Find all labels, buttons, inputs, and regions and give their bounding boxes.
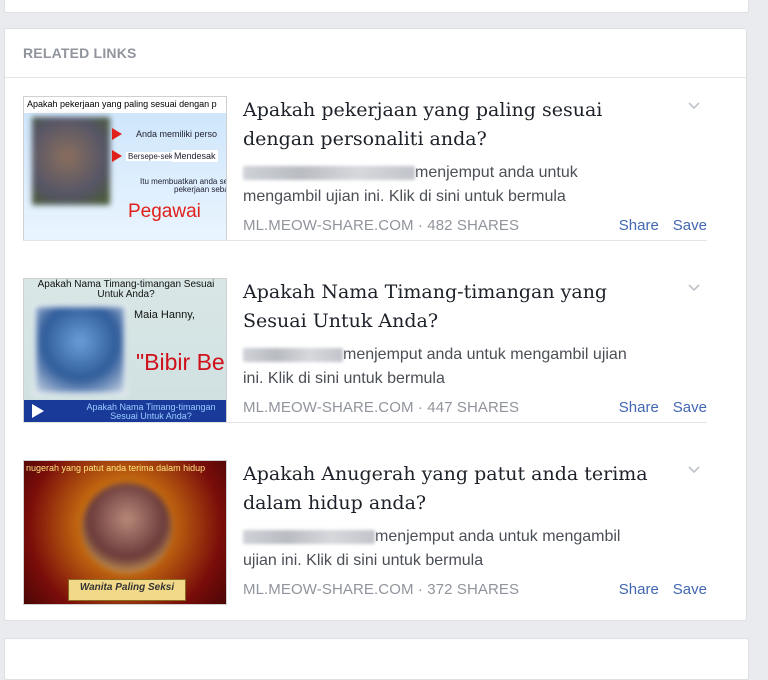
related-link-item: Apakah pekerjaan yang paling sesuai deng…	[23, 77, 707, 241]
share-count: 372 SHARES	[427, 581, 520, 598]
link-description: menjemput anda untuk mengambil ujian ini…	[243, 343, 683, 391]
blurred-name	[243, 165, 415, 180]
thumbnail-big-text: Pegawai	[128, 201, 201, 222]
ribbon-text: Wanita Paling Seksi	[79, 582, 175, 593]
link-headline[interactable]: Apakah pekerjaan yang paling sesuai deng…	[243, 96, 663, 154]
description-text: menjemput anda untuk	[415, 164, 578, 181]
thumbnail-name: Maia Hanny,	[134, 309, 195, 321]
blurred-name	[243, 347, 343, 362]
link-headline[interactable]: Apakah Anugerah yang patut anda terima d…	[243, 460, 663, 518]
share-button[interactable]: Share	[619, 399, 659, 416]
related-links-card: RELATED LINKS Apakah pekerjaan yang pali…	[4, 28, 747, 621]
description-text: menjemput anda untuk mengambil ujian	[343, 346, 627, 363]
play-icon[interactable]	[32, 404, 44, 418]
chevron-down-icon[interactable]	[687, 463, 701, 477]
next-card	[4, 638, 749, 680]
save-button[interactable]: Save	[673, 581, 707, 598]
thumbnail-caption: Apakah Nama Timang-timangan Sesuai Untuk…	[37, 279, 215, 300]
link-description: menjemput anda untuk mengambil ujian ini…	[243, 161, 683, 209]
description-text: menjemput anda untuk mengambil	[375, 528, 621, 545]
related-link-item: Apakah Nama Timang-timangan Sesuai Untuk…	[23, 259, 707, 423]
link-meta: ML.MEOW-SHARE.COM · 482 SHARES	[243, 217, 520, 234]
chevron-down-icon[interactable]	[687, 281, 701, 295]
thumbnail-caption: nugerah yang patut anda terima dalam hid…	[26, 463, 206, 473]
link-domain: ML.MEOW-SHARE.COM	[243, 581, 414, 598]
link-meta: ML.MEOW-SHARE.COM · 372 SHARES	[243, 581, 520, 598]
link-domain: ML.MEOW-SHARE.COM	[243, 399, 414, 416]
previous-card	[4, 0, 749, 13]
thumbnail-text: Anda memiliki perso	[136, 129, 218, 139]
arrow-icon	[112, 128, 122, 140]
link-description: menjemput anda untuk mengambil ujian ini…	[243, 525, 683, 573]
link-thumbnail[interactable]: nugerah yang patut anda terima dalam hid…	[23, 460, 227, 605]
link-thumbnail[interactable]: Apakah pekerjaan yang paling sesuai deng…	[23, 96, 227, 241]
related-link-item: nugerah yang patut anda terima dalam hid…	[23, 441, 707, 605]
description-text: ini. Klik di sini untuk bermula	[243, 370, 445, 387]
link-domain: ML.MEOW-SHARE.COM	[243, 217, 414, 234]
link-actions: Share Save	[605, 581, 707, 598]
blurred-photo	[32, 117, 110, 205]
link-actions: Share Save	[605, 399, 707, 416]
share-button[interactable]: Share	[619, 217, 659, 234]
share-count: 482 SHARES	[427, 217, 520, 234]
card-header: RELATED LINKS	[5, 29, 746, 78]
save-button[interactable]: Save	[673, 217, 707, 234]
link-headline[interactable]: Apakah Nama Timang-timangan yang Sesuai …	[243, 278, 663, 336]
thumbnail-text: pekerjaan seba	[174, 185, 227, 194]
blurred-name	[243, 529, 375, 544]
share-count: 447 SHARES	[427, 399, 520, 416]
blurred-photo	[82, 483, 172, 573]
chevron-down-icon[interactable]	[687, 99, 701, 113]
section-title: RELATED LINKS	[23, 45, 137, 61]
link-meta: ML.MEOW-SHARE.COM · 447 SHARES	[243, 399, 520, 416]
description-text: ujian ini. Klik di sini untuk bermula	[243, 552, 484, 569]
link-thumbnail[interactable]: Apakah Nama Timang-timangan Sesuai Untuk…	[23, 278, 227, 423]
blurred-photo	[34, 305, 126, 395]
arrow-icon	[112, 150, 122, 162]
thumbnail-big-text: "Bibir Be	[136, 349, 225, 375]
video-bar-text: Apakah Nama Timang-timangan Sesuai Untuk…	[86, 402, 216, 421]
share-button[interactable]: Share	[619, 581, 659, 598]
thumbnail-caption: Apakah pekerjaan yang paling sesuai deng…	[27, 99, 217, 109]
thumbnail-text: Mendesak	[172, 150, 218, 162]
link-actions: Share Save	[605, 217, 707, 234]
description-text: mengambil ujian ini. Klik di sini untuk …	[243, 188, 566, 205]
save-button[interactable]: Save	[673, 399, 707, 416]
